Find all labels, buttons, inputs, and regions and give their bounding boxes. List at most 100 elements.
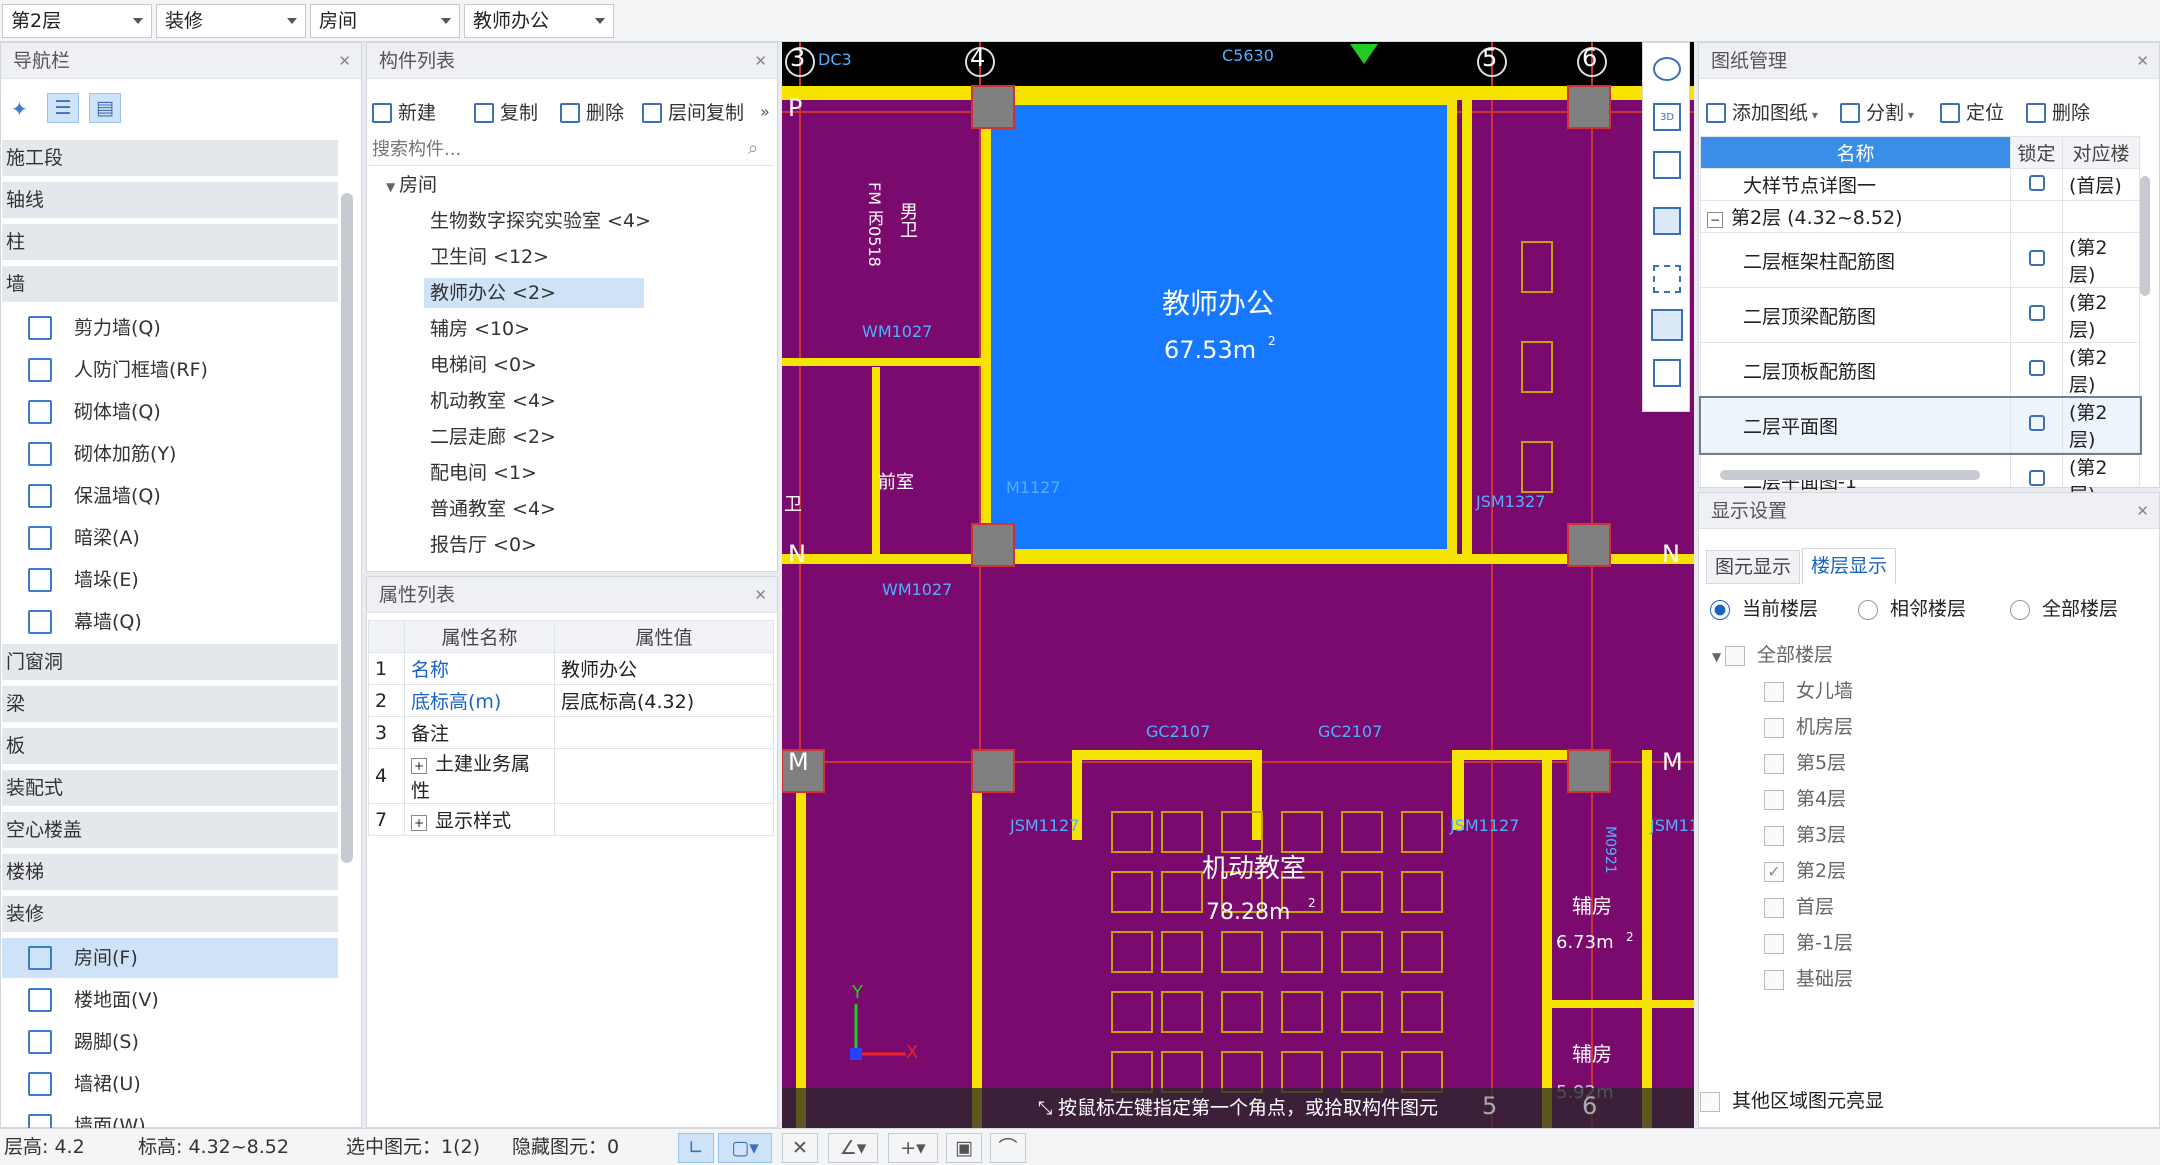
- component-select[interactable]: 教师办公: [464, 4, 614, 38]
- nav-item[interactable]: 踢脚(S): [2, 1022, 338, 1062]
- nav-group[interactable]: 楼梯: [2, 854, 338, 890]
- drawing-lock[interactable]: [2010, 168, 2063, 201]
- nav-item[interactable]: 剪力墙(Q): [2, 308, 338, 348]
- cube-icon[interactable]: [1653, 207, 1681, 235]
- component-search-input[interactable]: [368, 134, 774, 166]
- nav-item[interactable]: 楼地面(V): [2, 980, 338, 1020]
- category-select[interactable]: 装修: [156, 4, 306, 38]
- list-view-icon[interactable]: ☰: [47, 93, 79, 123]
- arc-icon[interactable]: ⌒: [990, 1133, 1026, 1163]
- floor-select[interactable]: 第2层: [2, 4, 152, 38]
- floor-tree-root[interactable]: ▼ 全部楼层: [1712, 640, 1833, 667]
- nav-group[interactable]: 板: [2, 728, 338, 764]
- component-item[interactable]: 机动教室 <4>: [430, 386, 556, 416]
- nav-item[interactable]: 暗梁(A): [2, 518, 338, 558]
- drawing-row[interactable]: 大样节点详图一 (首层): [1700, 168, 2140, 201]
- lock-icon[interactable]: [2028, 174, 2045, 191]
- nav-item[interactable]: 砌体加筋(Y): [2, 434, 338, 474]
- floor-checkbox[interactable]: 首层: [1764, 892, 1834, 919]
- component-item[interactable]: 辅房 <10>: [430, 314, 530, 344]
- lock-icon[interactable]: [2028, 250, 2045, 266]
- floor-checkbox[interactable]: 第-1层: [1764, 928, 1853, 955]
- nav-group[interactable]: 空心楼盖: [2, 812, 338, 848]
- component-item[interactable]: 生物数字探究实验室 <4>: [430, 206, 651, 236]
- floor-checkbox[interactable]: 第3层: [1764, 820, 1846, 847]
- radio-current-floor[interactable]: 当前楼层: [1710, 594, 1818, 621]
- property-value[interactable]: [554, 803, 774, 836]
- property-value[interactable]: 层底标高(4.32): [554, 684, 774, 717]
- tab-element-display[interactable]: 图元显示: [1706, 550, 1800, 584]
- component-item[interactable]: 二层走廊 <2>: [430, 422, 556, 452]
- name-header[interactable]: 名称: [1700, 136, 2011, 169]
- radio-adjacent-floor[interactable]: 相邻楼层: [1858, 594, 1966, 621]
- ortho-icon[interactable]: ∟: [678, 1133, 714, 1163]
- floor-header[interactable]: 对应楼: [2062, 136, 2140, 169]
- drawing-scrollbar-h[interactable]: [1720, 470, 1980, 480]
- drawing-lock[interactable]: [2010, 232, 2063, 288]
- locate-button[interactable]: 定位: [1940, 98, 2004, 128]
- cross-icon[interactable]: ✕: [782, 1133, 818, 1163]
- lock-icon[interactable]: [2028, 305, 2045, 321]
- floor-checkbox[interactable]: ✓ 第2层: [1764, 856, 1846, 883]
- close-icon[interactable]: ✕: [754, 43, 767, 79]
- drawing-row[interactable]: 二层顶板配筋图 (第2层): [1700, 342, 2140, 398]
- tab-floor-display[interactable]: 楼层显示: [1802, 548, 1896, 584]
- highlight-other-checkbox[interactable]: 其他区域图元亮显: [1700, 1086, 1884, 1113]
- drawing-row[interactable]: 二层平面图 (第2层): [1698, 395, 2142, 455]
- property-row[interactable]: 1 名称 教师办公: [368, 652, 774, 685]
- drawing-scrollbar-v[interactable]: [2140, 176, 2150, 296]
- component-item[interactable]: 普通教室 <4>: [430, 494, 556, 524]
- section-box-icon[interactable]: [1651, 309, 1683, 341]
- lock-icon[interactable]: [2028, 360, 2045, 376]
- nav-group[interactable]: 门窗洞: [2, 644, 338, 680]
- drawing-lock[interactable]: [2010, 200, 2063, 233]
- delete-drawing-button[interactable]: 删除: [2026, 98, 2090, 128]
- floor-copy-button[interactable]: 层间复制: [642, 98, 744, 128]
- nav-group[interactable]: 装配式: [2, 770, 338, 806]
- floor-checkbox[interactable]: 女儿墙: [1764, 676, 1853, 703]
- close-icon[interactable]: ✕: [2136, 493, 2149, 529]
- split-button[interactable]: 分割 ▾: [1840, 98, 1914, 130]
- component-item[interactable]: 报告厅 <0>: [430, 530, 537, 560]
- nav-item[interactable]: 砌体墙(Q): [2, 392, 338, 432]
- detail-view-icon[interactable]: ▤: [89, 93, 121, 123]
- lock-header[interactable]: 锁定: [2010, 136, 2063, 169]
- pin-icon[interactable]: ✦: [11, 97, 28, 121]
- angle-icon[interactable]: ∠▾: [828, 1133, 878, 1163]
- property-value[interactable]: 教师办公: [554, 652, 774, 685]
- component-item[interactable]: 卫生间 <12>: [430, 242, 549, 272]
- delete-button[interactable]: 删除: [560, 98, 624, 128]
- nav-group[interactable]: 墙: [2, 266, 338, 302]
- nav-group[interactable]: 柱: [2, 224, 338, 260]
- new-button[interactable]: 新建: [372, 98, 436, 128]
- copy-button[interactable]: 复制: [474, 98, 538, 128]
- floor-checkbox[interactable]: 基础层: [1764, 964, 1853, 991]
- more-icon[interactable]: »: [760, 102, 770, 121]
- 3d-view-icon[interactable]: 3D: [1653, 103, 1681, 131]
- dimension-icon[interactable]: +▾: [888, 1133, 938, 1163]
- print-icon[interactable]: ▣: [946, 1133, 982, 1163]
- lock-icon[interactable]: [2028, 470, 2045, 486]
- drawing-row[interactable]: 二层顶梁配筋图 (第2层): [1700, 287, 2140, 343]
- nav-scrollbar[interactable]: [341, 193, 353, 863]
- floor-checkbox[interactable]: 机房层: [1764, 712, 1853, 739]
- box-view-icon[interactable]: [1653, 151, 1681, 179]
- property-value[interactable]: [554, 716, 774, 749]
- drawing-row[interactable]: 二层框架柱配筋图 (第2层): [1700, 232, 2140, 288]
- lock-icon[interactable]: [2028, 415, 2045, 431]
- nav-item[interactable]: 房间(F): [2, 938, 338, 978]
- floor-checkbox[interactable]: 第4层: [1764, 784, 1846, 811]
- property-row[interactable]: 3 备注: [368, 716, 774, 749]
- floor-checkbox[interactable]: 第5层: [1764, 748, 1846, 775]
- add-drawing-button[interactable]: 添加图纸 ▾: [1706, 98, 1818, 130]
- cad-canvas[interactable]: 3 4 5 6 P N M N M DC3 C5630 FM 丙0518 男卫 …: [782, 42, 1694, 1128]
- property-row[interactable]: 2 底标高(m) 层底标高(4.32): [368, 684, 774, 717]
- close-icon[interactable]: ✕: [754, 577, 767, 613]
- type-select[interactable]: 房间: [310, 4, 460, 38]
- component-item[interactable]: 配电间 <1>: [430, 458, 537, 488]
- properties-view-icon[interactable]: [1653, 359, 1681, 387]
- nav-group[interactable]: 梁: [2, 686, 338, 722]
- close-icon[interactable]: ✕: [338, 43, 351, 79]
- orbit-icon[interactable]: [1653, 57, 1681, 81]
- drawing-row[interactable]: − 第2层 (4.32~8.52): [1700, 200, 2140, 233]
